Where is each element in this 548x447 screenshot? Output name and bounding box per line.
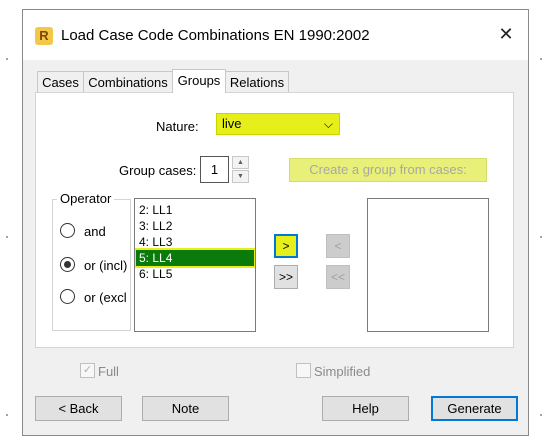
tab-groups[interactable]: Groups bbox=[172, 69, 226, 93]
list-item-selected[interactable]: 5: LL4 bbox=[135, 248, 255, 268]
note-button[interactable]: Note bbox=[142, 396, 229, 421]
dialog-window: R Load Case Code Combinations EN 1990:20… bbox=[22, 9, 529, 436]
radio-or-incl-label: or (incl) bbox=[84, 258, 128, 273]
close-button[interactable]: ✕ bbox=[494, 22, 518, 46]
radio-or-excl[interactable] bbox=[60, 289, 75, 304]
list-item[interactable]: 2: LL1 bbox=[139, 202, 172, 218]
cases-listbox[interactable]: 2: LL1 3: LL2 4: LL3 5: LL4 6: LL5 bbox=[134, 198, 256, 332]
title-bar: R Load Case Code Combinations EN 1990:20… bbox=[23, 10, 528, 60]
help-button[interactable]: Help bbox=[322, 396, 409, 421]
full-checkbox[interactable]: ✓ bbox=[80, 363, 95, 378]
radio-and-label: and bbox=[84, 224, 106, 239]
group-listbox[interactable] bbox=[367, 198, 489, 332]
full-label: Full bbox=[98, 364, 119, 379]
add-button[interactable]: > bbox=[274, 234, 298, 258]
list-item[interactable]: 3: LL2 bbox=[139, 218, 172, 234]
add-all-button[interactable]: >> bbox=[274, 265, 298, 289]
simplified-label: Simplified bbox=[314, 364, 371, 379]
app-logo-icon: R bbox=[35, 27, 53, 45]
nature-dropdown[interactable]: live ⌵ bbox=[216, 113, 340, 135]
spin-down-button[interactable]: ▼ bbox=[232, 170, 249, 183]
nature-value: live bbox=[222, 116, 242, 131]
radio-or-incl[interactable] bbox=[60, 257, 75, 272]
tab-relations[interactable]: Relations bbox=[225, 71, 289, 93]
simplified-checkbox[interactable] bbox=[296, 363, 311, 378]
remove-button[interactable]: < bbox=[326, 234, 350, 258]
group-cases-input[interactable]: 1 bbox=[200, 156, 229, 183]
nature-label: Nature: bbox=[156, 119, 199, 134]
back-button[interactable]: < Back bbox=[35, 396, 122, 421]
spin-up-button[interactable]: ▲ bbox=[232, 156, 249, 169]
window-title: Load Case Code Combinations EN 1990:2002 bbox=[61, 27, 370, 44]
group-cases-label: Group cases: bbox=[119, 163, 197, 178]
list-item[interactable]: 4: LL3 bbox=[139, 234, 172, 250]
generate-button[interactable]: Generate bbox=[431, 396, 518, 421]
operator-title: Operator bbox=[57, 191, 115, 206]
chevron-down-icon: ⌵ bbox=[323, 117, 333, 131]
radio-or-excl-label: or (excl bbox=[84, 290, 127, 305]
tab-cases[interactable]: Cases bbox=[37, 71, 84, 93]
radio-and[interactable] bbox=[60, 223, 75, 238]
remove-all-button[interactable]: << bbox=[326, 265, 350, 289]
list-item[interactable]: 6: LL5 bbox=[139, 266, 172, 282]
create-group-button[interactable]: Create a group from cases: bbox=[289, 158, 487, 182]
tab-combinations[interactable]: Combinations bbox=[83, 71, 173, 93]
